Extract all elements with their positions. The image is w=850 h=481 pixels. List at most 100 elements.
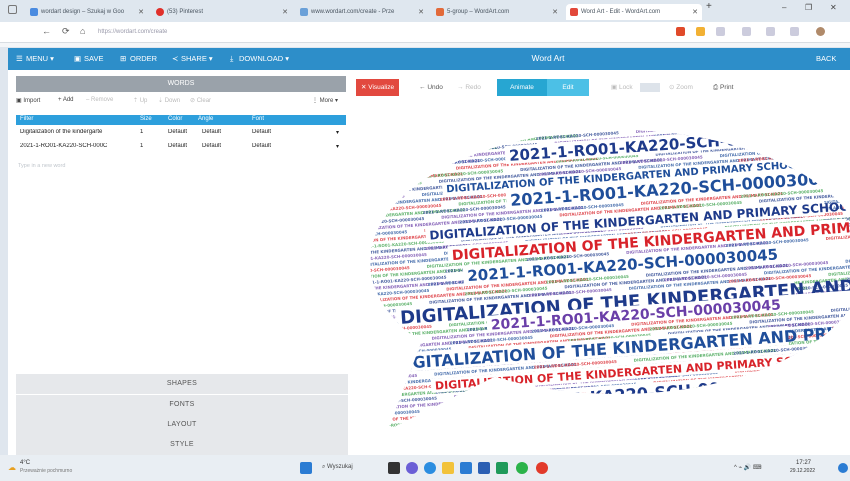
- taskbar-search[interactable]: ⌕ Wyszukaj: [322, 464, 353, 471]
- windows-start-icon[interactable]: [300, 462, 312, 474]
- cloud-filler-word: DIGITALIZATION OF THE KINDERGARTEN AND P…: [835, 110, 850, 120]
- home-icon[interactable]: ⌂: [80, 26, 85, 36]
- lock-button[interactable]: ▣ Lock: [606, 79, 638, 96]
- tab-title: 5-group – WordArt.com: [447, 9, 510, 15]
- cloud-filler-word: 2021-1-RO01-KA220-SCH-000030045: [348, 144, 420, 155]
- back-button[interactable]: BACK: [816, 54, 836, 63]
- new-tab-button[interactable]: +: [706, 1, 712, 12]
- minimize-button[interactable]: –: [782, 3, 786, 12]
- profile-avatar[interactable]: [816, 27, 825, 36]
- import-button[interactable]: ▣ Import: [16, 97, 40, 104]
- reload-icon[interactable]: ⟳: [62, 26, 70, 37]
- shapes-section-header[interactable]: SHAPES: [16, 374, 348, 394]
- animate-button[interactable]: Animate: [497, 79, 547, 96]
- style-section-header[interactable]: STYLE: [16, 435, 348, 455]
- word-font[interactable]: Default: [252, 129, 271, 135]
- extension-icon[interactable]: [696, 27, 705, 36]
- word-size[interactable]: 1: [140, 143, 143, 149]
- word-font[interactable]: Default: [252, 143, 271, 149]
- cloud-filler-word: DIGITALIZATION OF THE KINDERGARTEN AND P…: [639, 420, 782, 435]
- close-tab-icon[interactable]: ✕: [692, 8, 698, 16]
- save-button[interactable]: SAVE: [84, 54, 103, 63]
- browser-tab-wordart-edit[interactable]: Word Art - Edit - WordArt.com ✕: [566, 4, 702, 20]
- tab-title: (53) Pinterest: [167, 9, 204, 15]
- cloud-filler-word: 2021-1-RO01-KA220-SCH-000030045: [348, 337, 415, 348]
- menu-button[interactable]: MENU ▾: [26, 54, 54, 63]
- word-angle[interactable]: Default: [202, 129, 221, 135]
- word-text[interactable]: Digitalization of the kindergarte: [20, 129, 138, 135]
- edge-icon[interactable]: [424, 462, 436, 474]
- word-color[interactable]: Default: [168, 143, 187, 149]
- back-arrow-icon[interactable]: ←: [42, 26, 51, 36]
- favorites-icon[interactable]: [742, 27, 751, 36]
- filter-column-header[interactable]: Filter: [20, 116, 33, 122]
- close-tab-icon[interactable]: ✕: [418, 8, 424, 16]
- store-icon[interactable]: [460, 462, 472, 474]
- task-view-icon[interactable]: [388, 462, 400, 474]
- notification-badge[interactable]: [838, 463, 848, 473]
- word-size[interactable]: 1: [140, 129, 143, 135]
- collections-icon[interactable]: [766, 27, 775, 36]
- tab-title: wordart design – Szukaj w Goo: [41, 9, 125, 15]
- cloud-filler-word: 2021-1-RO01-KA220-SCH-000030045: [657, 428, 740, 439]
- browser-tab-wordart-create[interactable]: www.wordart.com/create - Prze ✕: [296, 4, 428, 20]
- fonts-section-header[interactable]: FONTS: [16, 395, 348, 415]
- tab-actions-icon[interactable]: [8, 5, 17, 14]
- share-button[interactable]: SHARE ▾: [181, 54, 213, 63]
- word-app-icon[interactable]: [478, 462, 490, 474]
- new-word-input[interactable]: Type in a new word: [18, 163, 65, 169]
- share-icon: ≺: [172, 54, 179, 63]
- up-button[interactable]: ⇡ Up: [133, 97, 147, 104]
- extension-icon[interactable]: [676, 27, 685, 36]
- down-button[interactable]: ⇣ Down: [158, 97, 180, 104]
- row-dropdown-icon[interactable]: ▾: [336, 143, 339, 150]
- clear-button[interactable]: ⊘ Clear: [190, 97, 211, 104]
- tab-title: Word Art - Edit - WordArt.com: [581, 9, 661, 15]
- reader-mode-icon[interactable]: [716, 27, 725, 36]
- cloud-filler-word: 2021-1-RO01-KA220-SCH-000030045: [472, 393, 555, 404]
- excel-app-icon[interactable]: [496, 462, 508, 474]
- edit-button[interactable]: Edit: [547, 79, 589, 96]
- close-window-button[interactable]: ✕: [830, 3, 837, 12]
- word-row[interactable]: Digitalization of the kindergarte 1 Defa…: [16, 128, 346, 138]
- add-button[interactable]: + Add: [58, 97, 74, 103]
- word-angle[interactable]: Default: [202, 143, 221, 149]
- weather-desc[interactable]: Przeważnie pochmurno: [20, 468, 72, 474]
- close-tab-icon[interactable]: ✕: [552, 8, 558, 16]
- heart-icon[interactable]: [790, 27, 799, 36]
- cloud-filler-word: DIGITALIZATION OF THE KINDERGARTEN AND P…: [456, 420, 599, 435]
- url-input[interactable]: https://wordart.com/create: [98, 26, 658, 39]
- zoom-button[interactable]: ⊙ Zoom: [664, 79, 698, 96]
- order-button[interactable]: ORDER: [130, 54, 157, 63]
- word-row[interactable]: 2021-1-RO01-KA220-SCH-000C 1 Default Def…: [16, 142, 346, 152]
- cloud-filler-word: DIGITALIZATION OF THE KINDERGARTEN AND P…: [658, 442, 801, 450]
- maximize-button[interactable]: ❐: [805, 3, 812, 12]
- word-color[interactable]: Default: [168, 129, 187, 135]
- weather-temp[interactable]: 4°C: [20, 460, 30, 466]
- close-tab-icon[interactable]: ✕: [138, 8, 144, 16]
- clock-time[interactable]: 17:27: [796, 460, 811, 466]
- undo-button[interactable]: ← Undo: [414, 79, 448, 96]
- browser-tab-5-group[interactable]: 5-group – WordArt.com ✕: [432, 4, 562, 20]
- redo-button[interactable]: → Redo: [452, 79, 486, 96]
- clock-date[interactable]: 29.12.2022: [790, 468, 815, 474]
- color-swatch[interactable]: [640, 83, 660, 92]
- row-dropdown-icon[interactable]: ▾: [336, 129, 339, 136]
- visualize-button[interactable]: ✕ Visualize: [356, 79, 400, 96]
- more-button[interactable]: ⋮ More ▾: [312, 97, 338, 104]
- words-section-header[interactable]: WORDS: [16, 76, 346, 92]
- print-button[interactable]: ⎙ Print: [708, 79, 738, 96]
- layout-section-header[interactable]: LAYOUT: [16, 415, 348, 435]
- download-button[interactable]: DOWNLOAD ▾: [239, 54, 289, 63]
- print-label: Print: [720, 84, 734, 91]
- remove-button[interactable]: – Remove: [86, 97, 113, 103]
- browser-tab-pinterest[interactable]: (53) Pinterest ✕: [152, 4, 292, 20]
- file-explorer-icon[interactable]: [442, 462, 454, 474]
- word-text[interactable]: 2021-1-RO01-KA220-SCH-000C: [20, 143, 138, 149]
- chat-icon[interactable]: [406, 462, 418, 474]
- whatsapp-icon[interactable]: [516, 462, 528, 474]
- chrome-icon[interactable]: [536, 462, 548, 474]
- close-tab-icon[interactable]: ✕: [282, 8, 288, 16]
- system-tray[interactable]: ^ ⌁ 🔊 ⌨: [734, 464, 762, 471]
- browser-tab-google[interactable]: wordart design – Szukaj w Goo ✕: [26, 4, 148, 20]
